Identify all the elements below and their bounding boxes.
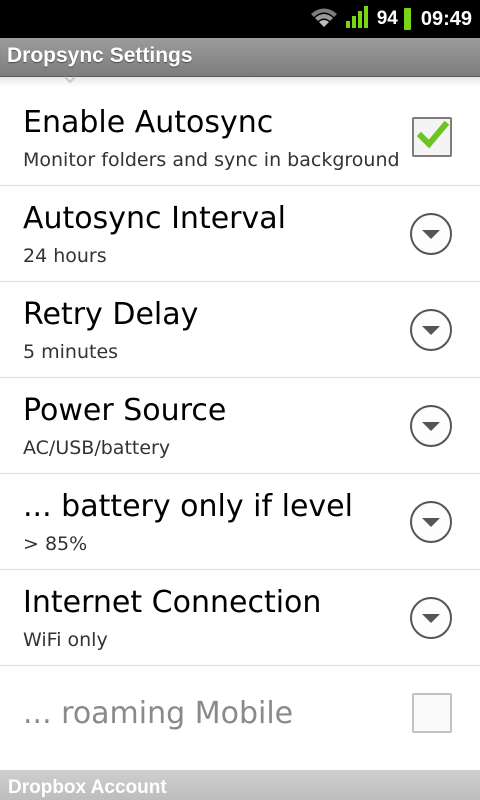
scroll-up-hint-icon: [64, 76, 76, 84]
dropdown-arrow-icon[interactable]: [409, 500, 453, 544]
setting-power-source[interactable]: Power Source AC/USB/battery: [0, 378, 480, 474]
setting-internet-connection[interactable]: Internet Connection WiFi only: [0, 570, 480, 666]
setting-title: ... roaming Mobile: [23, 696, 294, 731]
wifi-icon: [309, 5, 339, 33]
setting-summary: 5 minutes: [23, 341, 119, 363]
setting-summary: 24 hours: [23, 245, 107, 267]
status-bar: 94 09:49: [0, 0, 480, 38]
dropdown-arrow-icon[interactable]: [409, 596, 453, 640]
setting-title: ... battery only if level: [23, 489, 353, 524]
setting-title: Power Source: [23, 393, 227, 428]
battery-percent: 94: [376, 8, 398, 29]
category-label: Dropbox Account: [8, 777, 167, 798]
enable-autosync-checkbox[interactable]: [412, 117, 452, 157]
signal-icon: [345, 5, 371, 33]
setting-summary: AC/USB/battery: [23, 437, 171, 459]
status-icons: 94 09:49: [309, 0, 472, 38]
setting-battery-level[interactable]: ... battery only if level > 85%: [0, 474, 480, 570]
setting-title: Enable Autosync: [23, 105, 274, 140]
title-bar: Dropsync Settings: [0, 38, 480, 77]
dropdown-arrow-icon[interactable]: [409, 308, 453, 352]
setting-enable-autosync[interactable]: Enable Autosync Monitor folders and sync…: [0, 90, 480, 186]
setting-roaming-mobile[interactable]: ... roaming Mobile: [0, 666, 480, 762]
roaming-mobile-checkbox[interactable]: [412, 693, 452, 733]
setting-title: Retry Delay: [23, 297, 199, 332]
setting-title: Autosync Interval: [23, 201, 286, 236]
setting-summary: WiFi only: [23, 629, 108, 651]
setting-summary: > 85%: [23, 533, 88, 555]
page-title: Dropsync Settings: [7, 44, 193, 67]
clock: 09:49: [420, 7, 472, 30]
checkmark-icon: [416, 120, 450, 149]
battery-icon: [403, 8, 411, 30]
dropdown-arrow-icon[interactable]: [409, 404, 453, 448]
setting-summary: Monitor folders and sync in background: [23, 149, 400, 171]
setting-title: Internet Connection: [23, 585, 322, 620]
dropdown-arrow-icon[interactable]: [409, 212, 453, 256]
category-header: Dropbox Account: [0, 770, 480, 800]
settings-list: Enable Autosync Monitor folders and sync…: [0, 90, 480, 762]
setting-retry-delay[interactable]: Retry Delay 5 minutes: [0, 282, 480, 378]
setting-autosync-interval[interactable]: Autosync Interval 24 hours: [0, 186, 480, 282]
